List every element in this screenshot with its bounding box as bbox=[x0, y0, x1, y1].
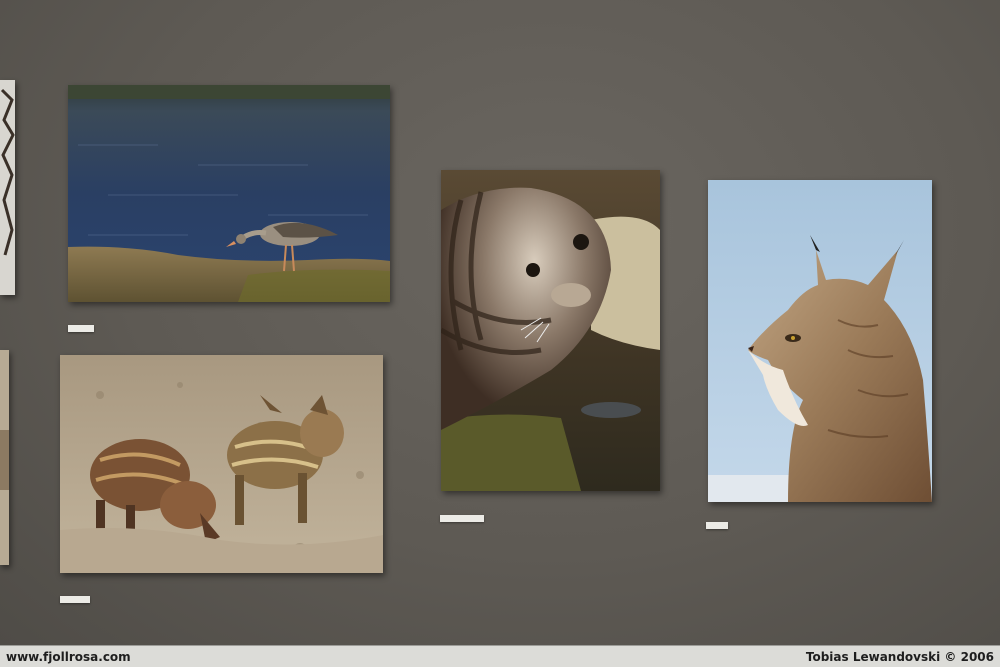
photo-partial-left-top bbox=[0, 80, 15, 295]
photo-goose bbox=[68, 85, 390, 302]
site-link[interactable]: www.fjollrosa.com bbox=[6, 650, 131, 664]
caption-label-boar bbox=[60, 596, 90, 603]
photo-boar-piglets bbox=[60, 355, 383, 573]
photo-grey-seal bbox=[441, 170, 660, 491]
photographer-credit: Tobias Lewandovski © 2006 bbox=[805, 649, 994, 664]
photo-partial-left-bottom bbox=[0, 350, 9, 565]
footer-bar: www.fjollrosa.com Tobias Lewandovski © 2… bbox=[0, 645, 1000, 667]
caption-label-seal bbox=[440, 515, 484, 522]
gallery-wall bbox=[0, 0, 1000, 645]
caption-label-lynx bbox=[706, 522, 728, 529]
photo-lynx bbox=[708, 180, 932, 502]
caption-label-goose bbox=[68, 325, 94, 332]
